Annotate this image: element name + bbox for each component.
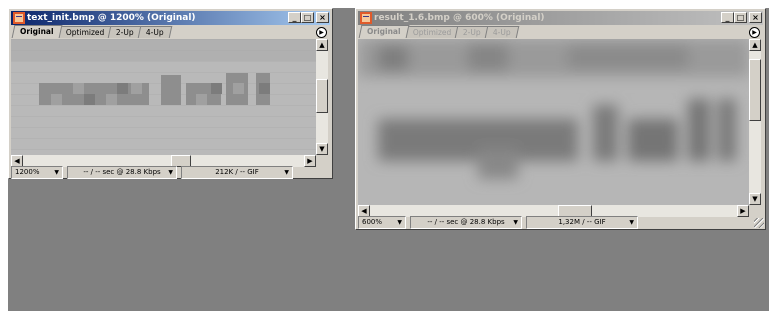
tab-2-up[interactable]: 2-Up: [107, 26, 142, 38]
view-tabs: Original Optimized 2-Up 4-Up: [11, 25, 172, 38]
image-canvas[interactable]: [358, 39, 749, 205]
minimize-button[interactable]: _: [721, 12, 734, 23]
vertical-scrollbar[interactable]: ▲ ▼: [749, 39, 761, 205]
arrow-up-icon[interactable]: ▲: [749, 39, 761, 51]
arrow-down-icon[interactable]: ▼: [316, 143, 328, 155]
maximize-button[interactable]: □: [301, 12, 314, 23]
status-bar: 1200% ▼ -- / -- sec @ 28.8 Kbps ▼ 212K / -…: [11, 165, 297, 179]
triangle-down-icon: ▼: [54, 168, 59, 176]
left-edge-strip: [0, 0, 8, 311]
maximize-button[interactable]: □: [734, 12, 747, 23]
vertical-scrollbar[interactable]: ▲ ▼: [316, 39, 328, 155]
window-title: text_init.bmp @ 1200% (Original): [27, 13, 196, 23]
triangle-down-icon: ▼: [397, 218, 402, 226]
download-time-select[interactable]: -- / -- sec @ 28.8 Kbps ▼: [410, 215, 522, 229]
window-title: result_1.6.bmp @ 600% (Original): [374, 13, 545, 23]
tab-2-up[interactable]: 2-Up: [454, 26, 489, 38]
image-canvas[interactable]: [11, 39, 316, 155]
download-time-select[interactable]: -- / -- sec @ 28.8 Kbps ▼: [67, 165, 177, 179]
file-size-select[interactable]: 1,32M / -- GIF ▼: [526, 215, 638, 229]
photoshop-document-icon: [13, 12, 25, 24]
vertical-scroll-thumb[interactable]: [316, 79, 328, 113]
vertical-scroll-thumb[interactable]: [749, 59, 761, 121]
arrow-right-icon[interactable]: ▶: [304, 155, 316, 167]
view-tabs: Original Optimized 2-Up 4-Up: [358, 25, 519, 38]
tab-optimized[interactable]: Optimized: [57, 26, 113, 38]
minimize-button[interactable]: _: [288, 12, 301, 23]
zoom-select[interactable]: 1200% ▼: [11, 165, 63, 179]
document-window-text-init[interactable]: text_init.bmp @ 1200% (Original) _ □ × O…: [8, 8, 333, 179]
triangle-down-icon: ▼: [284, 168, 289, 176]
triangle-down-icon: ▼: [168, 168, 173, 176]
tab-original[interactable]: Original: [358, 25, 409, 38]
triangle-down-icon: ▼: [513, 218, 518, 226]
blurred-text-image: [358, 39, 749, 205]
arrow-up-icon[interactable]: ▲: [316, 39, 328, 51]
top-edge-strip: [0, 0, 769, 8]
zoom-select[interactable]: 600% ▼: [358, 215, 406, 229]
triangle-down-icon: ▼: [629, 218, 634, 226]
tab-original[interactable]: Original: [11, 25, 62, 38]
play-circle-icon[interactable]: ▶: [749, 27, 760, 38]
document-window-result[interactable]: result_1.6.bmp @ 600% (Original) _ □ × O…: [355, 8, 766, 230]
title-bar[interactable]: result_1.6.bmp @ 600% (Original) _ □ ×: [358, 11, 763, 25]
tab-4-up[interactable]: 4-Up: [137, 26, 172, 38]
title-bar[interactable]: text_init.bmp @ 1200% (Original) _ □ ×: [11, 11, 330, 25]
status-bar: 600% ▼ -- / -- sec @ 28.8 Kbps ▼ 1,32M / -…: [358, 215, 642, 229]
photoshop-document-icon: [360, 12, 372, 24]
tab-4-up[interactable]: 4-Up: [484, 26, 519, 38]
close-button[interactable]: ×: [749, 12, 762, 23]
arrow-right-icon[interactable]: ▶: [737, 205, 749, 217]
resize-grip[interactable]: [754, 218, 764, 228]
tab-optimized[interactable]: Optimized: [404, 26, 460, 38]
arrow-down-icon[interactable]: ▼: [749, 193, 761, 205]
play-circle-icon[interactable]: ▶: [316, 27, 327, 38]
pixelated-text-image: [11, 39, 316, 155]
close-button[interactable]: ×: [316, 12, 329, 23]
file-size-select[interactable]: 212K / -- GIF ▼: [181, 165, 293, 179]
